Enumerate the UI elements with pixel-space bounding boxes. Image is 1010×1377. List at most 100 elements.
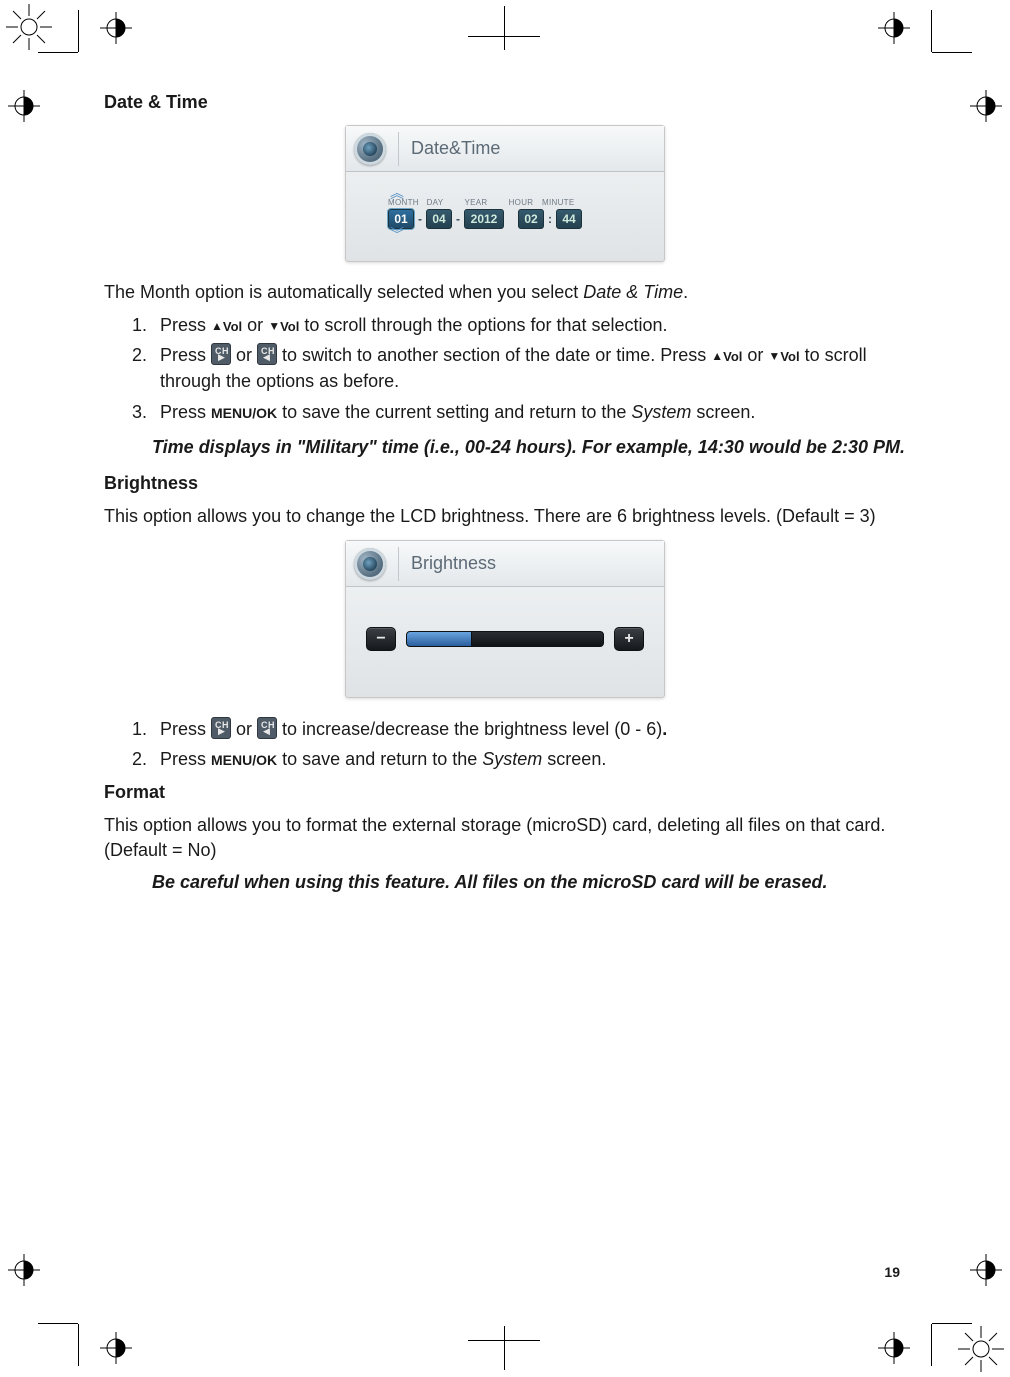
step-2: Press or to switch to another section of… xyxy=(152,342,906,394)
print-mark-corner xyxy=(6,4,52,50)
value-minute: 44 xyxy=(556,209,582,229)
text: to switch to another section of the date… xyxy=(277,345,711,365)
value-day: 04 xyxy=(426,209,452,229)
text-em: System xyxy=(631,402,691,422)
brightness-bar xyxy=(406,631,604,647)
screenshot-brightness: Brightness − + xyxy=(345,540,665,698)
manual-page: Date & Time Date&Time ︽ MONTH DAY YEAR H… xyxy=(0,0,1010,1376)
text: Press xyxy=(160,749,211,769)
step-1: Press ▲Vol or ▼Vol to scroll through the… xyxy=(152,312,906,338)
text: or xyxy=(742,345,768,365)
brightness-bar-fill xyxy=(407,632,472,646)
text-bold: . xyxy=(662,719,667,739)
panel-title: Date&Time xyxy=(411,138,500,159)
crop-mark xyxy=(931,1324,932,1366)
date-values-row: 01 - 04 - 2012 02 : 44 xyxy=(388,209,650,229)
triangle-up-icon: ▲ xyxy=(211,318,223,335)
text: The Month option is automatically select… xyxy=(104,282,583,302)
heading-format: Format xyxy=(104,782,906,803)
step-3: Press MENU/OK to save the current settin… xyxy=(152,399,906,425)
text: Press xyxy=(160,402,211,422)
text: . xyxy=(683,282,688,302)
format-desc: This option allows you to format the ext… xyxy=(104,813,906,862)
triangle-down-icon: ▼ xyxy=(768,348,780,365)
text: Press xyxy=(160,315,211,335)
panel-header: Date&Time xyxy=(346,126,664,172)
heading-date-time: Date & Time xyxy=(104,92,906,113)
label-day: DAY xyxy=(422,198,448,207)
ch-left-icon xyxy=(257,343,277,365)
page-number: 19 xyxy=(884,1264,900,1280)
crop-mark xyxy=(932,52,972,53)
label-month: MONTH xyxy=(388,198,414,207)
format-warning: Be careful when using this feature. All … xyxy=(152,870,906,894)
date-time-intro: The Month option is automatically select… xyxy=(104,280,906,304)
registration-mark xyxy=(878,12,910,44)
step-2: Press MENU/OK to save and return to the … xyxy=(152,746,906,772)
crop-mark xyxy=(38,1323,78,1324)
separator: - xyxy=(418,212,422,226)
crop-mark xyxy=(78,1324,79,1366)
menu-ok-label: MENU/OK xyxy=(211,405,277,421)
text: or xyxy=(242,315,268,335)
registration-mark xyxy=(970,1254,1002,1286)
date-field-labels: MONTH DAY YEAR HOUR MINUTE xyxy=(388,198,650,207)
text: or xyxy=(231,345,257,365)
text: to save the current setting and return t… xyxy=(277,402,631,422)
text: Press xyxy=(160,719,211,739)
vol-label: Vol xyxy=(780,349,799,364)
registration-mark xyxy=(8,90,40,122)
text: screen. xyxy=(691,402,755,422)
step-1: Press or to increase/decrease the bright… xyxy=(152,716,906,742)
label-hour: HOUR xyxy=(508,198,534,207)
text-em: Date & Time xyxy=(583,282,683,302)
military-time-note: Time displays in "Military" time (i.e., … xyxy=(152,435,906,459)
registration-mark xyxy=(878,1332,910,1364)
registration-mark xyxy=(970,90,1002,122)
panel-body: − + xyxy=(346,587,664,697)
gear-icon xyxy=(354,133,386,165)
chevron-up-icon: ︽ xyxy=(390,188,650,198)
minus-button: − xyxy=(366,627,396,651)
registration-mark xyxy=(100,12,132,44)
divider xyxy=(398,547,399,581)
ch-left-icon xyxy=(257,717,277,739)
label-year: YEAR xyxy=(456,198,496,207)
panel-header: Brightness xyxy=(346,541,664,587)
plus-button: + xyxy=(614,627,644,651)
gear-icon xyxy=(354,548,386,580)
brightness-slider-row: − + xyxy=(360,603,650,675)
vol-label: Vol xyxy=(223,319,242,334)
date-time-steps: Press ▲Vol or ▼Vol to scroll through the… xyxy=(104,312,906,424)
crop-mark xyxy=(468,6,540,50)
ch-right-icon xyxy=(211,717,231,739)
text: to increase/decrease the brightness leve… xyxy=(277,719,662,739)
label-minute: MINUTE xyxy=(542,198,574,207)
text-em: System xyxy=(482,749,542,769)
vol-label: Vol xyxy=(280,319,299,334)
text: Press xyxy=(160,345,211,365)
text: to save and return to the xyxy=(277,749,482,769)
chevron-down-icon: ︾ xyxy=(390,229,650,239)
triangle-down-icon: ▼ xyxy=(268,318,280,335)
text: to scroll through the options for that s… xyxy=(299,315,667,335)
vol-label: Vol xyxy=(723,349,742,364)
menu-ok-label: MENU/OK xyxy=(211,752,277,768)
crop-mark xyxy=(931,10,932,52)
panel-body: ︽ MONTH DAY YEAR HOUR MINUTE 01 - 04 - 2… xyxy=(346,172,664,261)
text: screen. xyxy=(542,749,606,769)
crop-mark xyxy=(932,1323,972,1324)
value-hour: 02 xyxy=(518,209,544,229)
registration-mark xyxy=(100,1332,132,1364)
heading-brightness: Brightness xyxy=(104,473,906,494)
print-mark-corner xyxy=(958,1326,1004,1372)
separator: : xyxy=(548,212,552,226)
crop-mark xyxy=(78,10,79,52)
crop-mark xyxy=(468,1326,540,1370)
page-content: Date & Time Date&Time ︽ MONTH DAY YEAR H… xyxy=(104,92,906,902)
triangle-up-icon: ▲ xyxy=(711,348,723,365)
panel-title: Brightness xyxy=(411,553,496,574)
separator: - xyxy=(456,212,460,226)
screenshot-date-time: Date&Time ︽ MONTH DAY YEAR HOUR MINUTE 0… xyxy=(345,125,665,262)
divider xyxy=(398,132,399,166)
